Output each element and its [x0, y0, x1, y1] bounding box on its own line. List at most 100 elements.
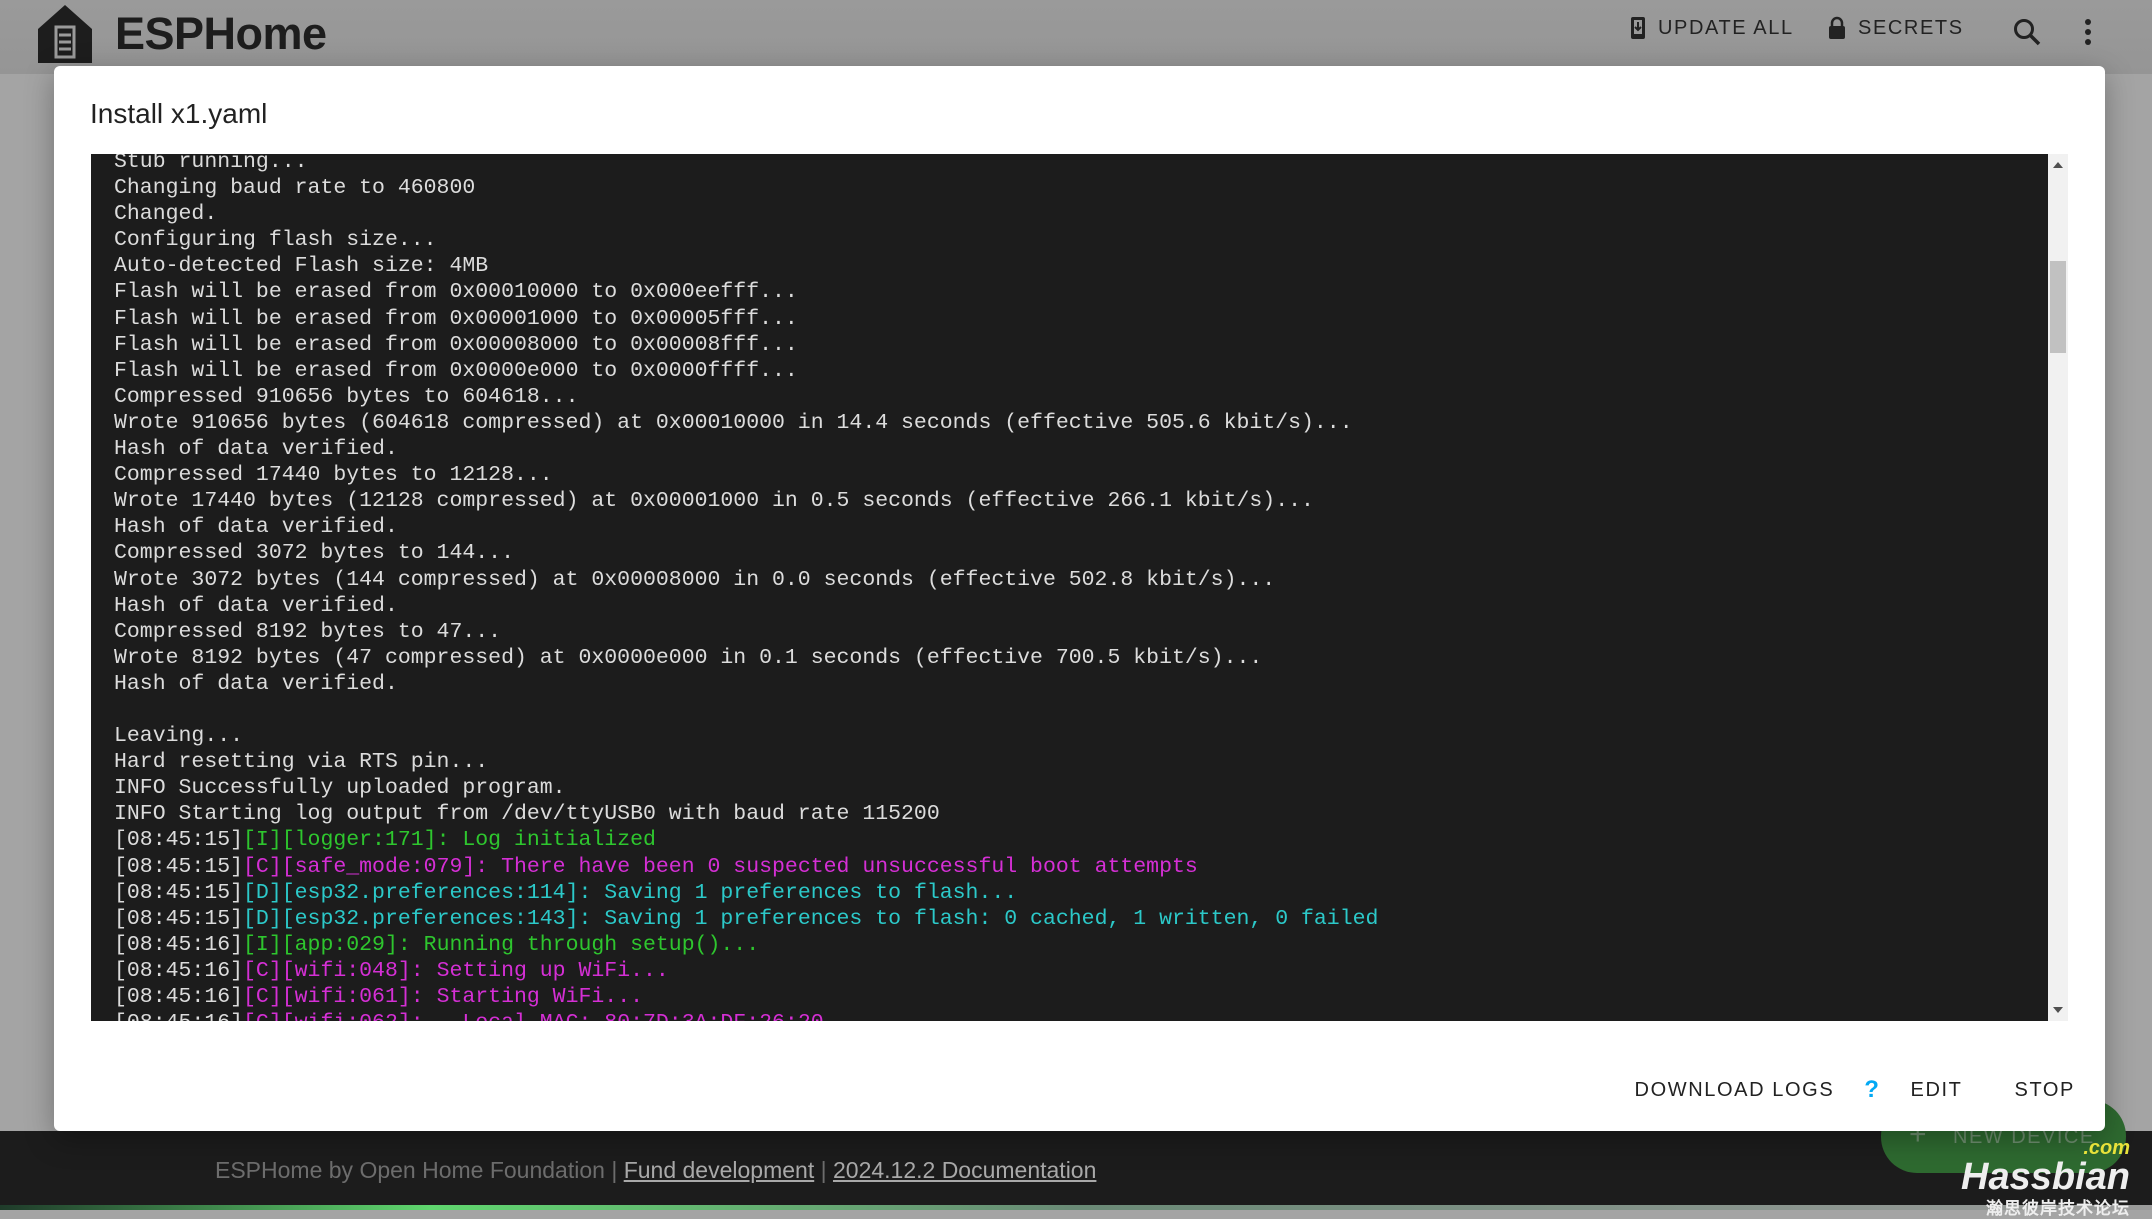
- log-line: [08:45:16][C][wifi:048]: Setting up WiFi…: [114, 958, 1378, 984]
- log-line: Hard resetting via RTS pin...: [114, 749, 1378, 775]
- log-timestamp: [08:45:15]: [114, 880, 244, 905]
- log-scrollbar[interactable]: [2048, 154, 2068, 1021]
- footer-credit: ESPHome by Open Home Foundation: [215, 1157, 605, 1183]
- log-timestamp: [08:45:15]: [114, 828, 244, 853]
- update-all-button[interactable]: UPDATE ALL: [1630, 16, 1794, 40]
- help-icon[interactable]: ?: [1864, 1076, 1880, 1104]
- log-message: [C][wifi:062]: Local MAC: 80:7D:3A:DF:26…: [243, 1011, 824, 1021]
- log-message: [I][app:029]: Running through setup()...: [243, 932, 760, 957]
- dots-vertical-icon[interactable]: [2082, 18, 2094, 46]
- log-message: [I][logger:171]: Log initialized: [243, 828, 656, 853]
- watermark-subtitle: 瀚思彼岸技术论坛: [1986, 1199, 2130, 1218]
- lock-icon: [1829, 16, 1845, 39]
- scrollbar-thumb[interactable]: [2050, 261, 2066, 353]
- log-line: Hash of data verified.: [114, 514, 1378, 540]
- log-line: Changing baud rate to 460800: [114, 175, 1378, 201]
- log-message: Wrote 17440 bytes (12128 compressed) at …: [114, 489, 1314, 514]
- log-line: Wrote 910656 bytes (604618 compressed) a…: [114, 410, 1378, 436]
- log-message: Flash will be erased from 0x00010000 to …: [114, 280, 798, 305]
- footer-separator: |: [611, 1157, 618, 1183]
- log-message: Compressed 8192 bytes to 47...: [114, 619, 502, 644]
- log-line: INFO Successfully uploaded program.: [114, 775, 1378, 801]
- log-message: INFO Successfully uploaded program.: [114, 776, 566, 801]
- log-timestamp: [08:45:15]: [114, 906, 244, 931]
- footer-text: ESPHome by Open Home Foundation | Fund d…: [215, 1157, 1096, 1184]
- log-message: Configuring flash size...: [114, 228, 437, 253]
- log-message: Wrote 910656 bytes (604618 compressed) a…: [114, 410, 1353, 435]
- log-line: Wrote 17440 bytes (12128 compressed) at …: [114, 488, 1378, 514]
- edit-button[interactable]: EDIT: [1911, 1079, 1963, 1102]
- log-terminal: Stub running... Changing baud rate to 460…: [91, 154, 2048, 1021]
- log-message: [C][wifi:061]: Starting WiFi...: [243, 985, 643, 1009]
- log-line: Hash of data verified.: [114, 593, 1378, 619]
- log-message: Hash of data verified.: [114, 593, 398, 618]
- scroll-up-arrow-icon[interactable]: [2053, 162, 2063, 168]
- install-dialog: Install x1.yaml Stub running... Changing …: [54, 66, 2105, 1131]
- log-message: Wrote 8192 bytes (47 compressed) at 0x00…: [114, 645, 1263, 670]
- download-logs-button[interactable]: DOWNLOAD LOGS: [1635, 1079, 1835, 1102]
- log-line: [08:45:15][C][safe_mode:079]: There have…: [114, 854, 1378, 880]
- log-line: [08:45:16][I][app:029]: Running through …: [114, 932, 1378, 958]
- search-icon[interactable]: [2012, 17, 2042, 47]
- app-title: ESPHome: [115, 8, 327, 59]
- log-line: [08:45:16][C][wifi:061]: Starting WiFi..…: [114, 984, 1378, 1010]
- log-timestamp: [08:45:15]: [114, 854, 244, 879]
- log-message: Wrote 3072 bytes (144 compressed) at 0x0…: [114, 567, 1276, 592]
- log-line: Wrote 8192 bytes (47 compressed) at 0x00…: [114, 645, 1378, 671]
- log-line: Leaving...: [114, 723, 1378, 749]
- log-message: Compressed 17440 bytes to 12128...: [114, 463, 553, 488]
- dialog-title: Install x1.yaml: [90, 98, 268, 129]
- log-line: Flash will be erased from 0x0000e000 to …: [114, 358, 1378, 384]
- log-timestamp: [08:45:16]: [114, 1011, 243, 1021]
- log-line: [08:45:16][C][wifi:062]: Local MAC: 80:7…: [114, 1010, 1378, 1021]
- bottom-progress-strip: [0, 1205, 2152, 1210]
- log-timestamp: [08:45:16]: [114, 932, 244, 957]
- secrets-button[interactable]: SECRETS: [1828, 16, 1964, 40]
- footer-separator: |: [820, 1157, 827, 1183]
- log-timestamp: [08:45:16]: [114, 958, 244, 983]
- log-line: [08:45:15][D][esp32.preferences:114]: Sa…: [114, 880, 1378, 906]
- log-message: Flash will be erased from 0x00008000 to …: [114, 332, 798, 357]
- log-line: Auto-detected Flash size: 4MB: [114, 253, 1378, 279]
- hassbian-watermark: .com Hassbian 瀚思彼岸技术论坛: [1961, 1137, 2130, 1219]
- top-app-bar: ESPHome UPDATE ALL SECRETS: [0, 0, 2152, 74]
- update-all-label: UPDATE ALL: [1658, 16, 1794, 39]
- log-message: Flash will be erased from 0x00001000 to …: [114, 306, 798, 331]
- log-message: Stub running...: [114, 154, 308, 174]
- log-message: [D][esp32.preferences:114]: Saving 1 pre…: [243, 880, 1018, 905]
- log-timestamp: [08:45:16]: [114, 985, 244, 1009]
- scroll-down-arrow-icon[interactable]: [2053, 1007, 2063, 1013]
- log-message: Auto-detected Flash size: 4MB: [114, 254, 489, 279]
- log-line: Wrote 3072 bytes (144 compressed) at 0x0…: [114, 567, 1378, 593]
- log-message: Flash will be erased from 0x0000e000 to …: [114, 358, 798, 383]
- fund-development-link[interactable]: Fund development: [624, 1157, 815, 1183]
- esphome-logo: [38, 5, 92, 63]
- log-message: Changing baud rate to 460800: [114, 176, 476, 201]
- stop-button[interactable]: STOP: [2015, 1079, 2076, 1102]
- log-message: [C][wifi:048]: Setting up WiFi...: [243, 958, 669, 983]
- log-line: Compressed 910656 bytes to 604618...: [114, 384, 1378, 410]
- log-message: Hash of data verified.: [114, 515, 398, 540]
- log-line: Compressed 17440 bytes to 12128...: [114, 462, 1378, 488]
- log-line: Compressed 3072 bytes to 144...: [114, 540, 1378, 566]
- watermark-name: Hassbian: [1961, 1156, 2130, 1198]
- log-line: Flash will be erased from 0x00008000 to …: [114, 332, 1378, 358]
- log-message: Leaving...: [114, 724, 244, 749]
- log-line: Hash of data verified.: [114, 671, 1378, 697]
- footer: ESPHome by Open Home Foundation | Fund d…: [0, 1131, 2152, 1205]
- log-message: Compressed 910656 bytes to 604618...: [114, 384, 579, 409]
- documentation-link[interactable]: 2024.12.2 Documentation: [833, 1157, 1096, 1183]
- log-line: Stub running...: [114, 154, 1378, 175]
- log-line: Configuring flash size...: [114, 227, 1378, 253]
- log-line: Changed.: [114, 201, 1378, 227]
- log-line: Flash will be erased from 0x00001000 to …: [114, 306, 1378, 332]
- log-line: Hash of data verified.: [114, 436, 1378, 462]
- secrets-label: SECRETS: [1858, 16, 1964, 39]
- log-line: Compressed 8192 bytes to 47...: [114, 619, 1378, 645]
- log-message: Compressed 3072 bytes to 144...: [114, 541, 514, 566]
- log-line: [08:45:15][D][esp32.preferences:143]: Sa…: [114, 906, 1378, 932]
- log-output: Stub running... Changing baud rate to 460…: [114, 154, 1378, 1021]
- log-line: INFO Starting log output from /dev/ttyUS…: [114, 801, 1378, 827]
- log-message: Hard resetting via RTS pin...: [114, 750, 489, 775]
